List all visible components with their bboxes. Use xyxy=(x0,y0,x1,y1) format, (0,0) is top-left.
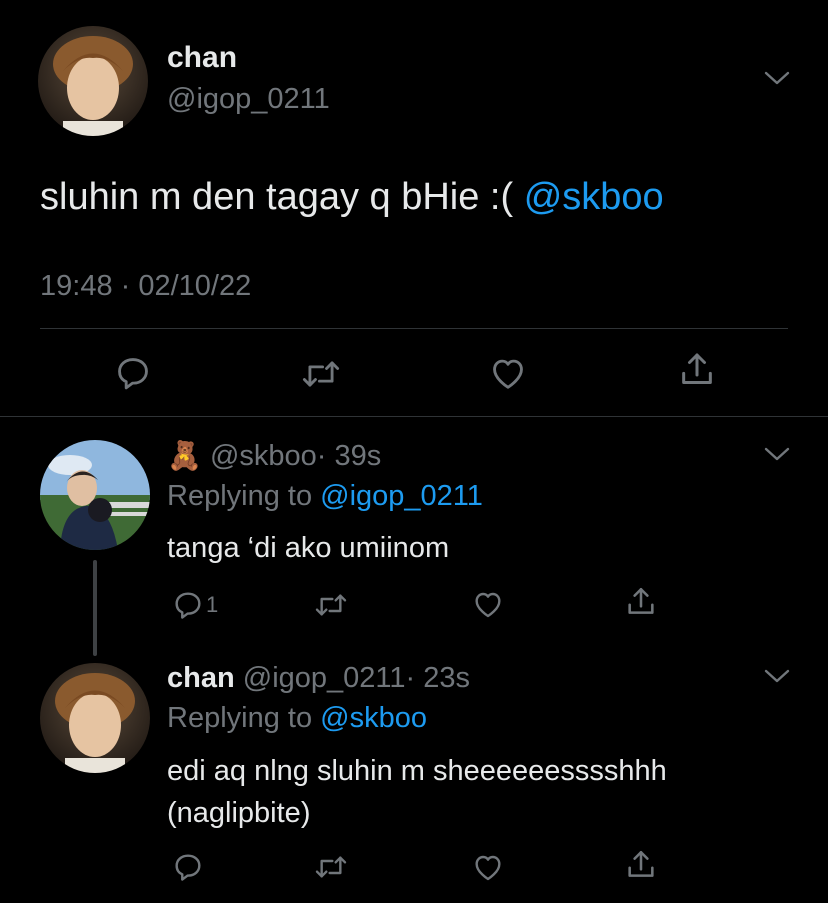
share-icon[interactable] xyxy=(677,350,717,390)
reply2-replying: Replying to @skboo xyxy=(167,700,427,736)
reply-count: 1 xyxy=(206,592,219,617)
main-avatar[interactable] xyxy=(38,26,148,136)
reply-icon[interactable] xyxy=(172,589,204,621)
reply-icon[interactable] xyxy=(172,851,204,883)
reply1-header: 🧸 @skboo· 39s xyxy=(167,438,381,474)
chevron-down-icon[interactable] xyxy=(764,70,790,86)
share-icon[interactable] xyxy=(624,585,658,619)
replying-to-label: Replying to xyxy=(167,480,313,512)
chevron-down-icon[interactable] xyxy=(764,668,790,684)
reply2-text-line1: edi aq nlng sluhin m sheeeeeesssshhh xyxy=(167,755,667,787)
thread-line xyxy=(93,560,97,656)
main-handle[interactable]: @igop_0211 xyxy=(167,82,330,116)
reply2-text-line2: (naglipbite) xyxy=(167,797,311,829)
tweet-body: sluhin m den tagay q bHie :( xyxy=(40,176,514,218)
replying-to-link[interactable]: @igop_0211 xyxy=(320,480,483,512)
reply-icon[interactable] xyxy=(114,354,152,392)
reply2-handle[interactable]: @igop_0211 xyxy=(243,662,406,694)
share-icon[interactable] xyxy=(624,848,658,882)
main-display-name[interactable]: chan xyxy=(167,40,237,76)
like-icon[interactable] xyxy=(472,852,504,882)
reply1-handle[interactable]: @skboo xyxy=(210,440,317,472)
retweet-icon[interactable] xyxy=(313,589,349,621)
like-icon[interactable] xyxy=(472,589,504,619)
retweet-icon[interactable] xyxy=(313,851,349,883)
main-timestamp[interactable]: 19:48 · 02/10/22 xyxy=(40,268,251,304)
replying-to-link[interactable]: @skboo xyxy=(320,702,427,734)
reply1-time[interactable]: · 39s xyxy=(317,440,381,472)
retweet-icon[interactable] xyxy=(300,355,342,393)
main-tweet-text: sluhin m den tagay q bHie :( @skboo xyxy=(40,174,664,220)
mention-link[interactable]: @skboo xyxy=(524,176,664,218)
replying-to-label: Replying to xyxy=(167,702,313,734)
reply1-text: tanga ‘di ako umiinom xyxy=(167,532,450,564)
divider xyxy=(0,416,828,417)
chevron-down-icon[interactable] xyxy=(764,446,790,462)
teddy-bear-emoji: 🧸 xyxy=(167,440,202,471)
divider xyxy=(40,328,788,329)
reply2-display-name[interactable]: chan xyxy=(167,662,235,694)
like-icon[interactable] xyxy=(489,355,527,391)
reply1-replying: Replying to @igop_0211 xyxy=(167,478,483,514)
reply2-avatar[interactable] xyxy=(40,663,150,773)
reply2-header: chan @igop_0211· 23s xyxy=(167,660,470,696)
reply1-avatar[interactable] xyxy=(40,440,150,550)
reply2-time[interactable]: · 23s xyxy=(406,662,470,694)
